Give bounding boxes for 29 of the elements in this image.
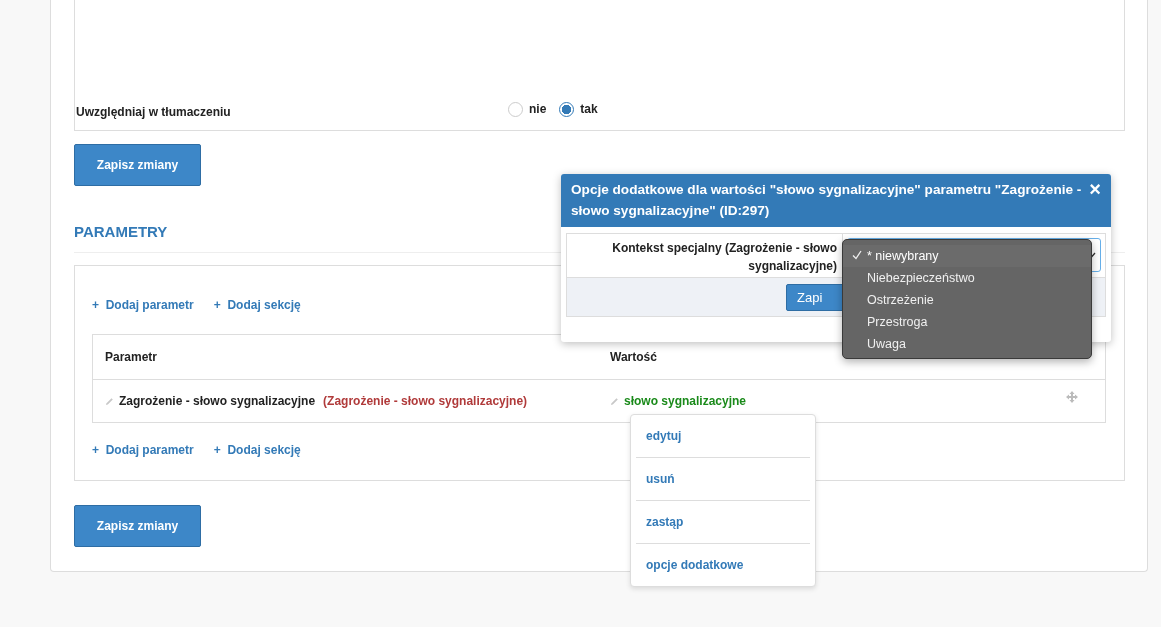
radio-label[interactable]: nie	[529, 102, 547, 116]
menu-item[interactable]: usuń	[636, 458, 810, 501]
add-link[interactable]: + Dodaj parametr	[92, 298, 194, 312]
menu-item[interactable]: opcje dodatkowe	[636, 544, 810, 586]
radio-button[interactable]	[508, 101, 523, 117]
add-link[interactable]: + Dodaj sekcję	[213, 298, 301, 312]
parameter-value[interactable]: słowo sygnalizacyjne	[624, 394, 747, 408]
parameter-note: (Zagrożenie - słowo sygnalizacyjne)	[323, 394, 528, 408]
pencil-icon[interactable]	[105, 396, 114, 406]
move-icon[interactable]	[1066, 391, 1078, 403]
save-button[interactable]: Zapisz zmiany	[74, 505, 201, 547]
parameter-name: Zagrożenie - słowo sygnalizacyjne	[119, 394, 316, 408]
dropdown-option[interactable]: Uwaga	[843, 333, 1091, 355]
dropdown-option[interactable]: * niewybrany	[843, 245, 1091, 267]
add-link[interactable]: + Dodaj sekcję	[213, 443, 301, 457]
close-button[interactable]: ×	[1089, 179, 1101, 199]
menu-item[interactable]: zastąp	[636, 501, 810, 544]
dialog-title: Opcje dodatkowe dla wartości "słowo sygnalizacyjne" parametru "Zagrożenie - słowo sygnalizacyjne" (ID:297)	[571, 181, 1083, 220]
check-icon	[852, 250, 862, 260]
add-link[interactable]: + Dodaj parametr	[92, 443, 194, 457]
column-header: Parametr	[104, 350, 159, 364]
radio-label[interactable]: tak	[580, 102, 598, 116]
column-header: Wartość	[609, 350, 658, 364]
field-label: Uwzględniaj w tłumaczeniu	[76, 104, 232, 119]
save-button[interactable]: Zapisz zmiany	[74, 144, 201, 186]
dropdown-option[interactable]: Przestroga	[843, 311, 1091, 333]
radio-button[interactable]	[559, 101, 575, 117]
pencil-icon[interactable]	[610, 396, 619, 406]
menu-item[interactable]: edytuj	[636, 415, 810, 458]
